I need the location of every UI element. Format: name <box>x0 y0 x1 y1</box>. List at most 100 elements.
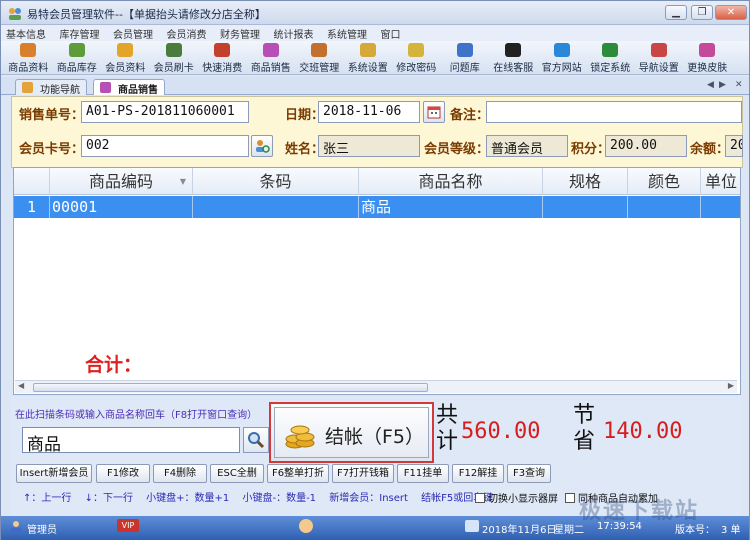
total-word-2: 计 <box>435 429 458 454</box>
tab-goods-sale[interactable]: 商品销售 <box>93 79 165 96</box>
toolbar-settings-button[interactable]: 系统设置 <box>344 41 393 74</box>
toolbar-label: 快速消费 <box>202 63 243 74</box>
toolbar-goods-button[interactable]: 商品资料 <box>4 41 53 74</box>
toolbar-faq-button[interactable]: 问题库 <box>441 41 490 74</box>
row-name[interactable]: 商品 <box>359 196 543 218</box>
menu-member-consume[interactable]: 会员消费 <box>162 25 212 41</box>
calendar-icon <box>427 106 441 119</box>
tab-prev-icon[interactable]: ◀ <box>707 80 714 90</box>
status-date: 2018年11月6日 <box>482 525 557 536</box>
faq-icon <box>456 43 473 57</box>
grid-col-barcode[interactable]: 条码 <box>193 168 359 195</box>
toolbar-card-button[interactable]: 会员刷卡 <box>150 41 199 74</box>
shift-icon <box>311 43 328 57</box>
calendar-button[interactable] <box>423 101 445 123</box>
settings-icon <box>359 43 376 57</box>
menu-inventory[interactable]: 库存管理 <box>55 25 105 41</box>
nav-icon <box>650 43 667 57</box>
add-member-button[interactable]: Insert新增会员 <box>16 464 92 483</box>
menu-reports[interactable]: 统计报表 <box>269 25 319 41</box>
table-row[interactable]: 1 00001 商品 <box>14 196 740 218</box>
row-barcode[interactable] <box>193 196 359 218</box>
toolbar-label: 会员资料 <box>105 63 146 74</box>
toolbar-quick-pay-button[interactable]: 快速消费 <box>198 41 247 74</box>
toolbar-label: 交班管理 <box>299 63 340 74</box>
scrollbar-thumb[interactable] <box>33 383 428 392</box>
note-label: 备注： <box>450 108 490 123</box>
toolbar-password-button[interactable]: 修改密码 <box>392 41 441 74</box>
password-icon <box>408 43 425 57</box>
delete-button[interactable]: F4删除 <box>153 464 207 483</box>
order-number-field[interactable]: A01-PS-201811060001 <box>81 101 249 123</box>
menu-window[interactable]: 窗口 <box>376 25 406 41</box>
grid-col-spec[interactable]: 规格 <box>543 168 628 195</box>
balance-label: 余额： <box>690 142 730 157</box>
scroll-left-icon[interactable]: ◀ <box>18 381 24 390</box>
grid-col-name[interactable]: 商品名称 <box>359 168 543 195</box>
toolbar-stock-button[interactable]: 商品库存 <box>53 41 102 74</box>
toolbar-skin-button[interactable]: 更换皮肤 <box>683 41 732 74</box>
grid-col-unit[interactable]: 单位 <box>701 168 741 195</box>
ie-icon <box>553 43 570 57</box>
tab-function-nav[interactable]: 功能导航 <box>15 79 87 96</box>
row-color[interactable] <box>628 196 701 218</box>
close-button[interactable]: ✕ <box>715 5 747 20</box>
toolbar-label: 在线客服 <box>493 63 534 74</box>
title-bar: 易特会员管理软件--【单据抬头请修改分店全称】 ▁ ❐ ✕ <box>1 1 749 25</box>
row-code[interactable]: 00001 <box>50 196 193 218</box>
toolbar-qq-button[interactable]: 在线客服 <box>489 41 538 74</box>
save-amount: 140.00 <box>603 419 683 444</box>
points-field: 200.00 <box>605 135 687 157</box>
grid-col-code-label: 商品编码 <box>88 172 153 191</box>
note-field[interactable] <box>486 101 742 123</box>
open-drawer-button[interactable]: F7打开钱箱 <box>332 464 394 483</box>
tab-label: 功能导航 <box>40 85 80 96</box>
toolbar-label: 会员刷卡 <box>153 63 194 74</box>
card-number-field[interactable]: 002 <box>81 135 249 157</box>
horizontal-scrollbar[interactable]: ◀ ▶ <box>15 380 737 393</box>
checkout-button[interactable]: 结帐（F5） <box>269 402 434 463</box>
app-logo-icon <box>9 8 21 20</box>
discount-button[interactable]: F6整单打折 <box>267 464 329 483</box>
toolbar-lock-button[interactable]: 锁定系统 <box>586 41 635 74</box>
restore-button[interactable]: ❐ <box>691 5 713 20</box>
save-word-2: 省 <box>572 429 595 454</box>
user-icon <box>11 521 21 534</box>
checkout-button-face: 结帐（F5） <box>274 407 429 458</box>
menu-system[interactable]: 系统管理 <box>322 25 372 41</box>
tab-close-icon[interactable]: ✕ <box>735 80 743 90</box>
row-spec[interactable] <box>543 196 628 218</box>
modify-button[interactable]: F1修改 <box>96 464 150 483</box>
minimize-button[interactable]: ▁ <box>665 5 687 20</box>
scan-input[interactable]: 商品 <box>22 427 240 455</box>
toolbar-label: 商品库存 <box>56 63 97 74</box>
grid-col-color[interactable]: 颜色 <box>628 168 701 195</box>
clear-all-button[interactable]: ESC全删 <box>210 464 264 483</box>
date-field[interactable]: 2018-11-06 <box>318 101 420 123</box>
menu-member[interactable]: 会员管理 <box>108 25 158 41</box>
member-lookup-button[interactable] <box>251 135 273 157</box>
menu-finance[interactable]: 财务管理 <box>215 25 265 41</box>
grid-col-code[interactable]: 商品编码 ▼ <box>50 168 193 195</box>
shortcut-insert: 新增会员：Insert <box>329 493 408 504</box>
scan-search-button[interactable] <box>243 427 269 453</box>
query-button[interactable]: F3查询 <box>507 464 551 483</box>
toolbar-member-button[interactable]: 会员资料 <box>101 41 150 74</box>
toolbar-nav-button[interactable]: 导航设置 <box>635 41 684 74</box>
member-level-field: 普通会员 <box>486 135 568 157</box>
resume-order-button[interactable]: F12解挂 <box>452 464 504 483</box>
switch-display-checkbox[interactable]: 切换小显示器屏 <box>475 490 558 505</box>
row-index: 1 <box>14 196 50 218</box>
tab-next-icon[interactable]: ▶ <box>719 80 726 90</box>
scroll-right-icon[interactable]: ▶ <box>728 381 734 390</box>
quick-pay-icon <box>214 43 231 57</box>
toolbar-sale-button[interactable]: 商品销售 <box>247 41 296 74</box>
toolbar-label: 系统设置 <box>347 63 388 74</box>
app-window: 易特会员管理软件--【单据抬头请修改分店全称】 ▁ ❐ ✕ 基本信息 库存管理 … <box>0 0 750 540</box>
hold-order-button[interactable]: F11挂单 <box>397 464 449 483</box>
shortcut-hints: ↑：上一行 ↓：下一行 小键盘+：数量+1 小键盘-：数量-1 新增会员：Ins… <box>23 489 503 504</box>
toolbar-ie-button[interactable]: 官方网站 <box>538 41 587 74</box>
menu-basic-info[interactable]: 基本信息 <box>1 25 51 41</box>
row-unit[interactable] <box>701 196 741 218</box>
toolbar-shift-button[interactable]: 交班管理 <box>295 41 344 74</box>
